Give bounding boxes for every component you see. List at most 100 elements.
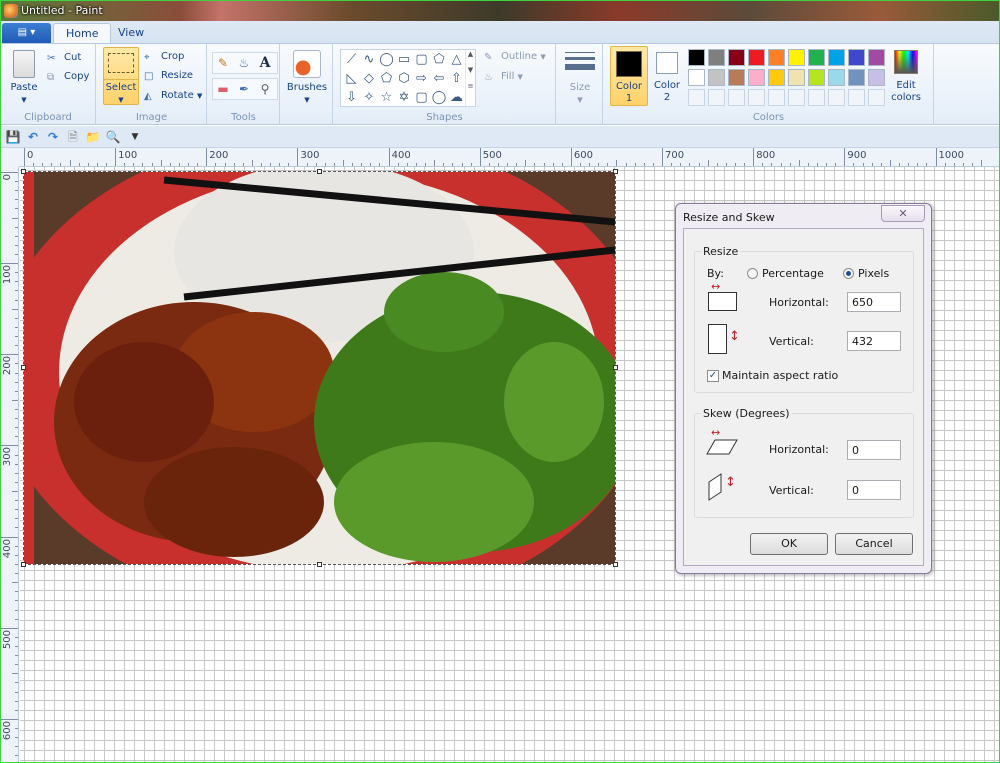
- custom-color-slot[interactable]: [848, 89, 865, 106]
- shape-hexagon-icon[interactable]: ⬡: [396, 70, 413, 87]
- palette-color-swatch[interactable]: [808, 49, 825, 66]
- open-icon[interactable]: 📁: [85, 129, 101, 145]
- shape-left-arrow-icon[interactable]: ⇦: [431, 70, 448, 87]
- fill-icon[interactable]: ♨: [235, 54, 253, 72]
- paste-button[interactable]: Paste ▼: [7, 48, 41, 104]
- percentage-label[interactable]: Percentage: [762, 267, 824, 280]
- resize-handle[interactable]: [21, 562, 26, 567]
- custom-color-slot[interactable]: [788, 89, 805, 106]
- resize-handle[interactable]: [21, 169, 26, 174]
- skew-horizontal-input[interactable]: [847, 440, 901, 460]
- outline-button[interactable]: ✎ Outline ▼: [484, 48, 546, 66]
- shape-diamond-icon[interactable]: ◇: [361, 70, 378, 87]
- print-preview-icon[interactable]: 🔍: [105, 129, 121, 145]
- resize-vertical-input[interactable]: [847, 331, 901, 351]
- palette-color-swatch[interactable]: [728, 69, 745, 86]
- resize-button[interactable]: □ Resize: [144, 67, 193, 85]
- maintain-aspect-checkbox[interactable]: ✓: [707, 370, 719, 382]
- magnifier-icon[interactable]: ⚲: [256, 80, 274, 98]
- palette-color-swatch[interactable]: [868, 49, 885, 66]
- custom-color-slot[interactable]: [828, 89, 845, 106]
- customize-dropdown-icon[interactable]: ▼: [127, 129, 143, 145]
- brushes-button[interactable]: Brushes ▼: [285, 48, 329, 106]
- size-button[interactable]: Size ▼: [561, 50, 599, 106]
- pixels-label[interactable]: Pixels: [858, 267, 889, 280]
- shape-line-icon[interactable]: ⟋: [343, 51, 360, 68]
- ok-button[interactable]: OK: [750, 533, 828, 555]
- shape-pentagon-icon[interactable]: ⬠: [378, 70, 395, 87]
- fill-button[interactable]: ♨ Fill ▼: [484, 68, 523, 86]
- shape-triangle-icon[interactable]: △: [448, 51, 465, 68]
- redo-icon[interactable]: ↷: [45, 129, 61, 145]
- custom-color-slot[interactable]: [808, 89, 825, 106]
- custom-color-slot[interactable]: [768, 89, 785, 106]
- pixels-radio[interactable]: [843, 268, 854, 279]
- shape-five-point-star-icon[interactable]: ☆: [378, 89, 395, 106]
- shape-cloud-callout-icon[interactable]: ☁: [448, 89, 465, 106]
- shape-oval-callout-icon[interactable]: ◯: [431, 89, 448, 106]
- palette-color-swatch[interactable]: [768, 69, 785, 86]
- palette-color-swatch[interactable]: [728, 49, 745, 66]
- palette-color-swatch[interactable]: [828, 69, 845, 86]
- color2-button[interactable]: Color 2: [650, 46, 684, 106]
- palette-color-swatch[interactable]: [808, 69, 825, 86]
- pencil-icon[interactable]: ✎: [214, 54, 232, 72]
- shape-oval-icon[interactable]: ◯: [378, 51, 395, 68]
- custom-color-slot[interactable]: [708, 89, 725, 106]
- custom-color-slot[interactable]: [868, 89, 885, 106]
- resize-handle[interactable]: [613, 562, 618, 567]
- tab-home[interactable]: Home: [53, 23, 112, 43]
- text-icon[interactable]: A: [256, 54, 274, 72]
- color-picker-icon[interactable]: ✒: [235, 80, 253, 98]
- shape-right-arrow-icon[interactable]: ⇨: [413, 70, 430, 87]
- resize-horizontal-input[interactable]: [847, 292, 901, 312]
- rotate-button[interactable]: ◭ Rotate ▼: [144, 87, 202, 105]
- tab-view[interactable]: View: [106, 23, 156, 43]
- save-icon[interactable]: 💾: [5, 129, 21, 145]
- shape-polygon-icon[interactable]: ⬠: [431, 51, 448, 68]
- expand-gallery-icon[interactable]: ≡: [466, 82, 475, 90]
- palette-color-swatch[interactable]: [768, 49, 785, 66]
- cancel-button[interactable]: Cancel: [835, 533, 913, 555]
- close-button[interactable]: ✕: [881, 205, 925, 222]
- shape-rounded-callout-icon[interactable]: ▢: [413, 89, 430, 106]
- resize-handle[interactable]: [613, 365, 618, 370]
- shape-rounded-rectangle-icon[interactable]: ▢: [413, 51, 430, 68]
- palette-color-swatch[interactable]: [788, 49, 805, 66]
- shapes-scrollbar[interactable]: ▲ ▼ ≡: [465, 50, 475, 106]
- maintain-aspect-label[interactable]: Maintain aspect ratio: [722, 369, 838, 382]
- color1-button[interactable]: Color 1: [610, 46, 648, 106]
- eraser-icon[interactable]: ▬: [214, 80, 232, 98]
- shape-down-arrow-icon[interactable]: ⇩: [343, 89, 360, 106]
- undo-icon[interactable]: ↶: [25, 129, 41, 145]
- copy-button[interactable]: ⧉ Copy: [47, 68, 89, 86]
- percentage-radio[interactable]: [747, 268, 758, 279]
- new-icon[interactable]: 🗎: [65, 129, 81, 145]
- shape-four-point-star-icon[interactable]: ✧: [361, 89, 378, 106]
- select-button[interactable]: Select ▼: [103, 47, 139, 105]
- palette-color-swatch[interactable]: [848, 49, 865, 66]
- palette-color-swatch[interactable]: [708, 69, 725, 86]
- crop-button[interactable]: ⌖ Crop: [144, 48, 184, 66]
- palette-color-swatch[interactable]: [688, 69, 705, 86]
- palette-color-swatch[interactable]: [748, 69, 765, 86]
- custom-color-slot[interactable]: [748, 89, 765, 106]
- shape-rectangle-icon[interactable]: ▭: [396, 51, 413, 68]
- palette-color-swatch[interactable]: [828, 49, 845, 66]
- scroll-up-icon[interactable]: ▲: [466, 50, 475, 58]
- shape-curve-icon[interactable]: ∿: [361, 51, 378, 68]
- resize-handle[interactable]: [317, 562, 322, 567]
- cut-button[interactable]: ✂ Cut: [47, 49, 81, 67]
- resize-handle[interactable]: [21, 365, 26, 370]
- edit-colors-button[interactable]: Edit colors: [888, 48, 924, 106]
- palette-color-swatch[interactable]: [848, 69, 865, 86]
- custom-color-slot[interactable]: [728, 89, 745, 106]
- paint-menu-button[interactable]: ▤ ▾: [2, 23, 51, 43]
- palette-color-swatch[interactable]: [688, 49, 705, 66]
- palette-color-swatch[interactable]: [748, 49, 765, 66]
- custom-color-slot[interactable]: [688, 89, 705, 106]
- shape-right-triangle-icon[interactable]: ◺: [343, 70, 360, 87]
- palette-color-swatch[interactable]: [788, 69, 805, 86]
- palette-color-swatch[interactable]: [868, 69, 885, 86]
- skew-vertical-input[interactable]: [847, 480, 901, 500]
